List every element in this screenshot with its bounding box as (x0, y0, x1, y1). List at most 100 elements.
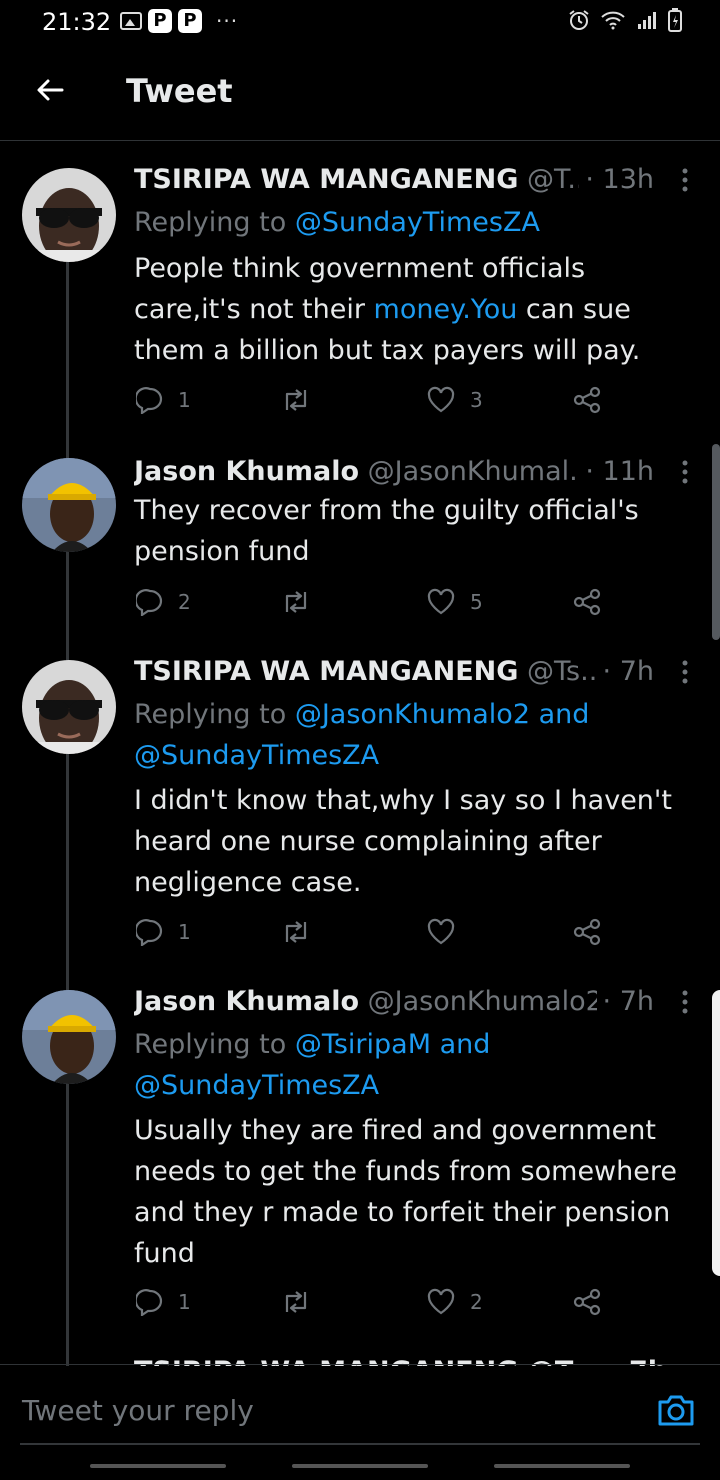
tweet[interactable]: Jason Khumalo @JasonKhumal... · 11h They… (0, 456, 720, 636)
share-icon (573, 918, 601, 946)
share-icon (573, 1288, 601, 1316)
author-handle[interactable]: @Ts... (527, 656, 606, 687)
tweet-time: · 7h (596, 656, 654, 687)
more-icon[interactable] (678, 658, 692, 686)
like-button[interactable]: 2 (426, 1288, 483, 1316)
top-app-bar: Tweet (0, 44, 720, 141)
more-icon[interactable] (678, 988, 692, 1016)
retweet-button[interactable] (280, 918, 326, 946)
share-icon (573, 386, 601, 414)
retweet-icon (285, 389, 307, 411)
app-p-icon: P (178, 9, 202, 33)
tweet-actions: 1 2 (134, 1288, 614, 1322)
reply-button[interactable]: 1 (136, 1288, 191, 1316)
reply-button[interactable]: 1 (136, 386, 191, 414)
page-title: Tweet (126, 72, 233, 110)
tweet-actions: 2 5 (134, 588, 614, 622)
share-button[interactable] (572, 1288, 602, 1316)
more-icon[interactable] (678, 166, 692, 194)
like-icon (427, 1288, 455, 1315)
reply-icon (136, 387, 163, 414)
camera-icon[interactable] (656, 1390, 696, 1430)
like-button[interactable] (426, 918, 470, 946)
notification-icons: P P ··· (120, 9, 238, 33)
replying-to: Replying to @TsiripaM and @SundayTimesZA (134, 1024, 490, 1106)
tweet[interactable]: TSIRIPA WA MANGANENG @Ts... · 7h Replyin… (0, 656, 720, 956)
author-name[interactable]: Jason Khumalo (134, 986, 359, 1017)
reply-input[interactable]: Tweet your reply (22, 1394, 254, 1427)
status-bar: 21:32 P P ··· (0, 0, 720, 44)
app-p-icon: P (148, 9, 172, 33)
nav-recents[interactable] (90, 1464, 226, 1468)
signal-icon (638, 12, 656, 29)
status-time: 21:32 (42, 8, 112, 36)
reply-count: 1 (178, 920, 191, 944)
like-count: 3 (470, 388, 483, 412)
reply-count: 1 (178, 1290, 191, 1314)
mention-link[interactable]: @SundayTimesZA (134, 735, 589, 776)
retweet-button[interactable] (280, 1288, 326, 1316)
mention-link[interactable]: @TsiripaM and (295, 1029, 491, 1060)
avatar[interactable] (22, 458, 116, 552)
tweet[interactable]: TSIRIPA WA MANGANENG @T... · 13h Replyin… (0, 164, 720, 434)
author-name[interactable]: Jason Khumalo (134, 456, 359, 487)
mention-link[interactable]: @SundayTimesZA (134, 1065, 490, 1106)
tweet-time: · 13h (579, 164, 654, 195)
tweet-actions: 1 (134, 918, 614, 952)
like-count: 5 (470, 590, 483, 614)
avatar[interactable] (22, 660, 116, 754)
nav-home[interactable] (292, 1464, 428, 1468)
retweet-icon (285, 921, 307, 943)
reply-count: 1 (178, 388, 191, 412)
tweet-text: I didn't know that,why I say so I haven'… (134, 785, 672, 898)
mention-link[interactable]: @SundayTimesZA (295, 207, 540, 238)
like-button[interactable]: 5 (426, 588, 483, 616)
replying-to: Replying to @SundayTimesZA (134, 207, 540, 238)
like-icon (427, 588, 455, 615)
replying-to: Replying to @JasonKhumalo2 and @SundayTi… (134, 694, 589, 776)
divider (0, 1364, 720, 1365)
avatar[interactable] (22, 990, 116, 1084)
author-name[interactable]: TSIRIPA WA MANGANENG (134, 164, 518, 195)
more-icon[interactable] (678, 458, 692, 486)
author-handle[interactable]: @JasonKhumal... (368, 456, 595, 487)
reply-composer[interactable]: Tweet your reply (0, 1366, 720, 1446)
tweet-actions: 1 3 (134, 386, 614, 420)
avatar[interactable] (22, 168, 116, 262)
mention-link[interactable]: @JasonKhumalo2 and (295, 699, 590, 730)
tweet[interactable]: Jason Khumalo @JasonKhumalo2 · 7h Replyi… (0, 986, 720, 1336)
tweet-text: They recover from the guilty official's … (134, 495, 639, 567)
retweet-icon (285, 1291, 307, 1313)
retweet-button[interactable] (280, 386, 326, 414)
edge-panel-handle[interactable] (712, 990, 720, 1276)
tweet-text: Usually they are fired and government ne… (134, 1115, 677, 1269)
author-handle[interactable]: @JasonKhumalo2 (368, 986, 603, 1017)
text-link[interactable]: money.You (374, 294, 518, 325)
nav-back[interactable] (494, 1464, 630, 1468)
author-name[interactable]: TSIRIPA WA MANGANENG (134, 656, 518, 687)
like-button[interactable]: 3 (426, 386, 483, 414)
tweet-time: · 11h (579, 456, 654, 487)
gallery-icon (120, 12, 142, 30)
system-icons (568, 8, 682, 32)
retweet-button[interactable] (280, 588, 326, 616)
scrollbar[interactable] (712, 444, 720, 640)
reply-underline (20, 1443, 700, 1445)
reply-icon (136, 1289, 163, 1316)
alarm-icon (569, 10, 589, 30)
like-icon (427, 386, 455, 413)
like-icon (427, 918, 455, 945)
tweet-text: People think government officials care,i… (134, 253, 641, 366)
back-arrow-icon[interactable] (34, 74, 66, 106)
reply-button[interactable]: 1 (136, 918, 191, 946)
like-count: 2 (470, 1290, 483, 1314)
retweet-icon (285, 591, 307, 613)
reply-button[interactable]: 2 (136, 588, 191, 616)
reply-icon (136, 589, 163, 616)
more-notifications: ··· (216, 9, 239, 33)
reply-count: 2 (178, 590, 191, 614)
share-button[interactable] (572, 588, 602, 616)
share-button[interactable] (572, 386, 602, 414)
share-button[interactable] (572, 918, 602, 946)
system-nav-bar (0, 1446, 720, 1480)
